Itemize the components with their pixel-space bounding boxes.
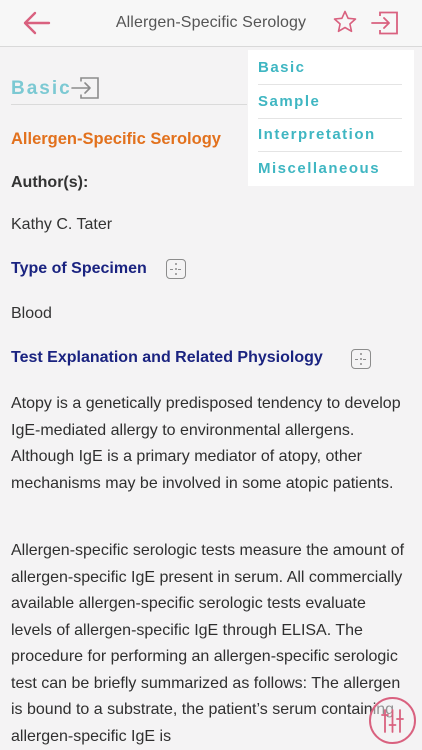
section-menu: Basic Sample Interpretation Miscellaneou… [248, 50, 414, 186]
menu-item-sample[interactable]: Sample [258, 85, 402, 119]
specimen-heading: Type of Specimen [11, 260, 147, 277]
top-navigation-bar: Allergen-Specific Serology [0, 0, 422, 47]
exit-icon [71, 77, 99, 99]
expand-explanation-button[interactable] [351, 349, 371, 369]
filter-button[interactable] [369, 697, 416, 744]
star-icon [333, 10, 357, 33]
explanation-heading: Test Explanation and Related Physiology [11, 349, 323, 366]
section-heading-label: Basic [11, 78, 72, 99]
divider [11, 104, 247, 105]
favorite-button[interactable] [332, 9, 358, 35]
menu-item-interpretation[interactable]: Interpretation [258, 118, 402, 152]
section-heading: Basic [11, 77, 99, 100]
filter-sliders-icon [381, 709, 404, 733]
expand-specimen-button[interactable] [166, 259, 186, 279]
menu-item-miscellaneous[interactable]: Miscellaneous [258, 152, 402, 185]
author-name: Kathy C. Tater [11, 216, 113, 233]
exit-document-button[interactable] [370, 10, 400, 36]
paragraph: Allergen-specific serologic tests measur… [11, 542, 405, 745]
page-title: Allergen-Specific Serology [115, 14, 307, 31]
document-title: Allergen-Specific Serology [11, 130, 221, 148]
specimen-value: Blood [11, 305, 52, 322]
paragraph: Atopy is a genetically predisposed tende… [11, 395, 401, 492]
exit-icon [371, 11, 398, 35]
author-label: Author(s): [11, 174, 89, 191]
menu-item-basic[interactable]: Basic [258, 51, 402, 85]
